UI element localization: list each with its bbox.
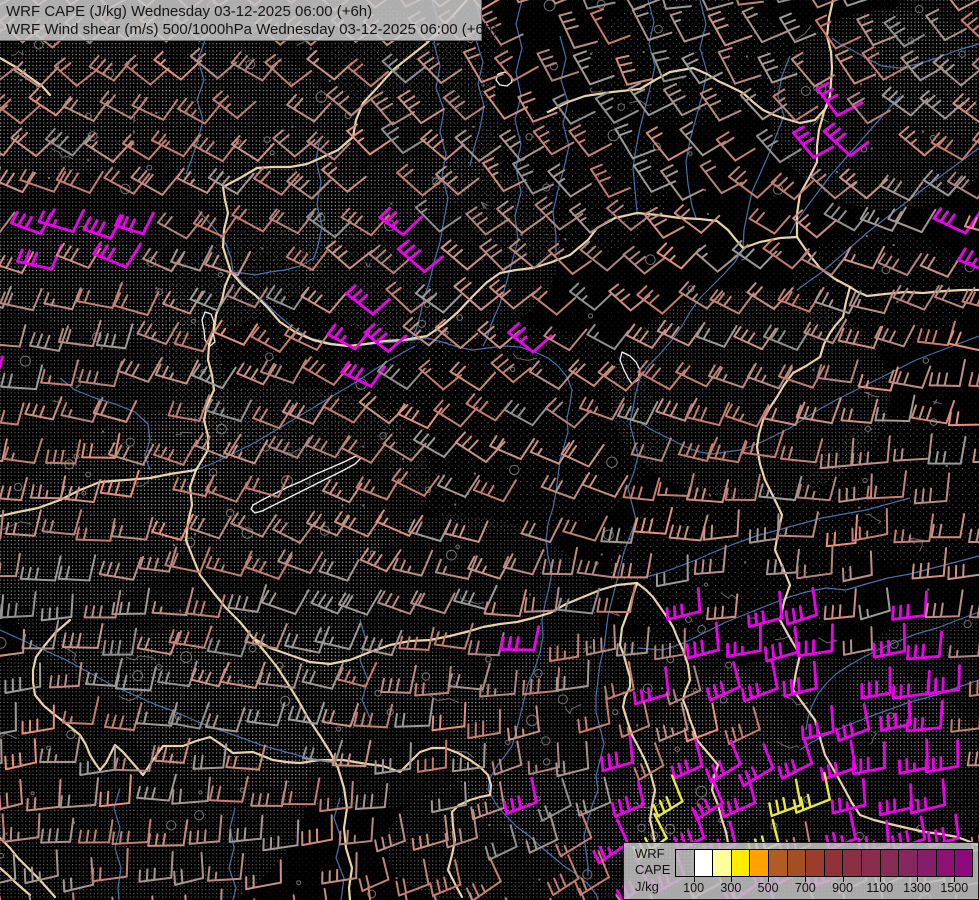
legend-swatch: [823, 849, 843, 877]
legend-label-wrf: WRF: [635, 846, 665, 861]
legend-swatch: [898, 849, 917, 877]
legend-tick-label: 700: [794, 881, 816, 895]
legend-swatch: [861, 849, 880, 877]
legend-label-cape: CAPE: [635, 862, 671, 877]
legend-tick-label: 1100: [866, 881, 894, 895]
legend-swatch: [768, 849, 787, 877]
legend-tick-label: 500: [757, 881, 779, 895]
wrf-weather-map-screen: WRF CAPE (J/kg) Wednesday 03-12-2025 06:…: [0, 0, 979, 900]
cape-legend: WRF CAPE J/kg 100 300 500 700 900 1100 1300 150…: [623, 842, 979, 900]
title-bar: WRF CAPE (J/kg) Wednesday 03-12-2025 06:…: [0, 0, 498, 41]
title-line-shear: WRF Wind shear (m/s) 500/1000hPa Wednesd…: [6, 21, 498, 38]
legend-swatch: [675, 849, 694, 877]
legend-tick-label: 1300: [903, 881, 931, 895]
weather-map-canvas: [0, 0, 979, 900]
legend-swatch: [693, 849, 713, 877]
legend-swatch: [786, 849, 806, 877]
legend-color-scale: [675, 849, 973, 877]
title-line-cape: WRF CAPE (J/kg) Wednesday 03-12-2025 06:…: [6, 3, 373, 20]
legend-swatch: [842, 849, 862, 877]
legend-swatch: [935, 849, 955, 877]
legend-tick-label: 1500: [940, 881, 969, 895]
legend-tick-label: 100: [683, 881, 705, 895]
legend-swatch: [749, 849, 769, 877]
legend-swatch: [916, 849, 936, 877]
legend-tick-label: 300: [720, 881, 742, 895]
legend-swatch: [805, 849, 824, 877]
legend-swatch: [712, 849, 731, 877]
legend-tick-label: 900: [832, 881, 854, 895]
legend-swatch: [879, 849, 899, 877]
legend-label-unit: J/kg: [635, 879, 659, 894]
legend-swatch: [954, 849, 973, 877]
legend-swatch: [730, 849, 750, 877]
